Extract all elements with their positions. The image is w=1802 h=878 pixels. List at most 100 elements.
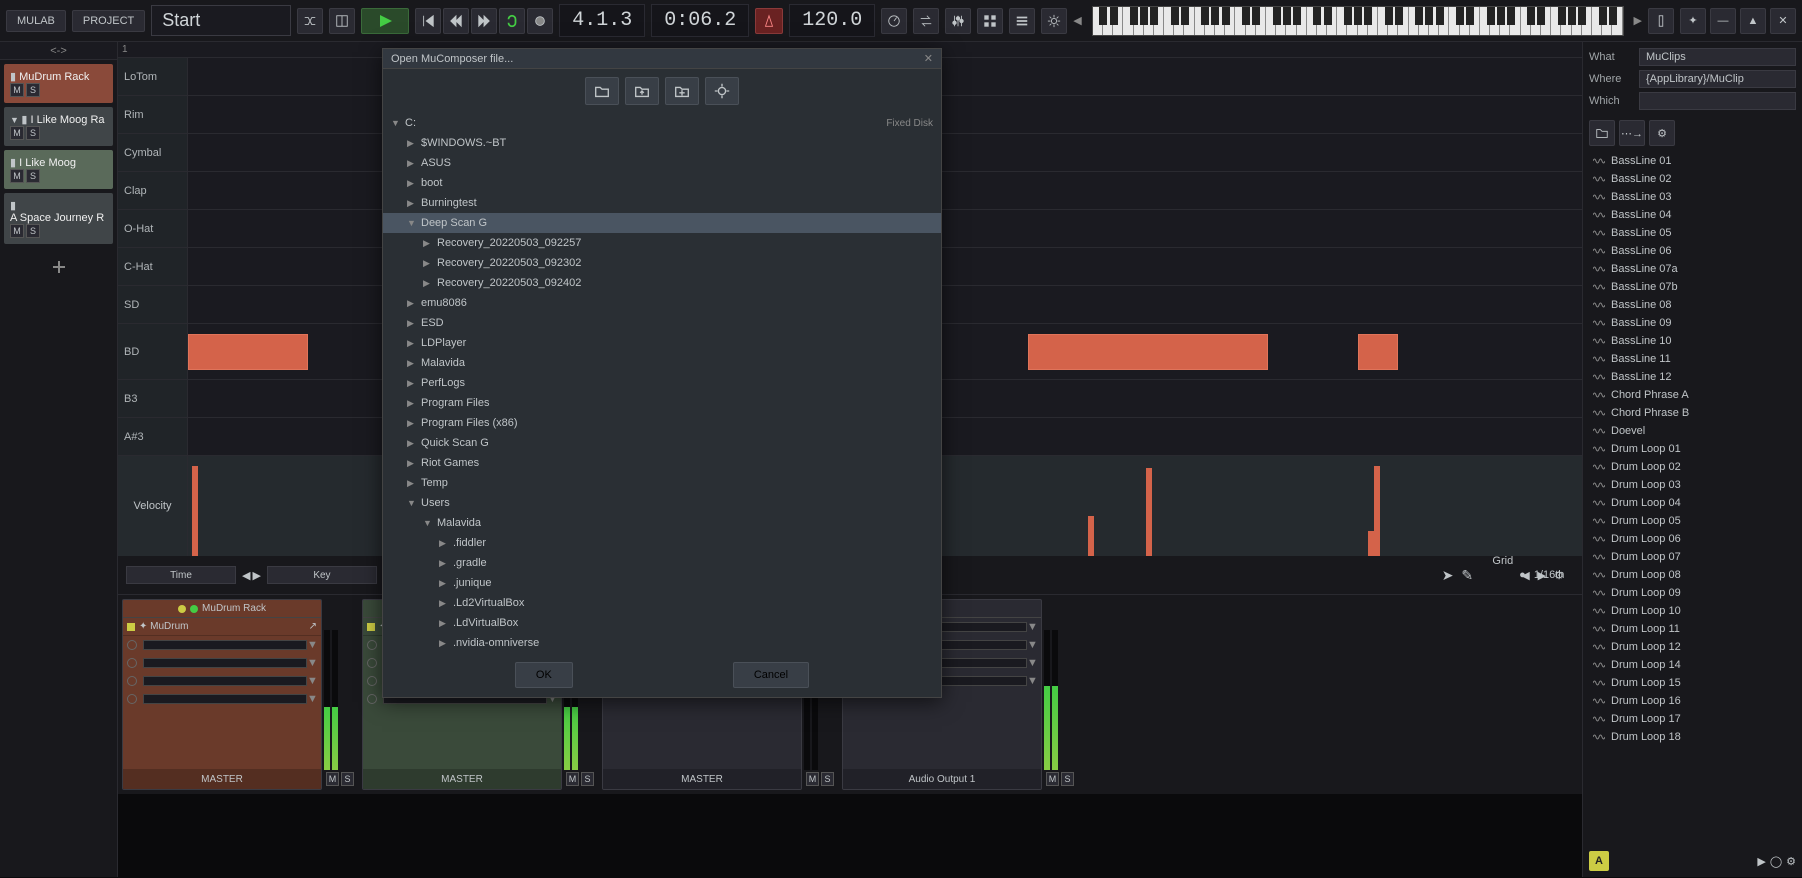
which-input[interactable]: [1639, 92, 1796, 110]
tree-item[interactable]: ▶Quick Scan G: [383, 433, 941, 453]
tree-item[interactable]: ▶ESD: [383, 313, 941, 333]
browser-loop-icon[interactable]: ◯: [1770, 855, 1782, 868]
cancel-button[interactable]: Cancel: [733, 662, 809, 688]
add-track-button[interactable]: [0, 252, 117, 282]
tree-item[interactable]: ▶Recovery_20220503_092402: [383, 273, 941, 293]
minimize-icon[interactable]: —: [1710, 8, 1736, 34]
browser-item[interactable]: BassLine 11: [1589, 350, 1796, 368]
project-menu-button[interactable]: PROJECT: [72, 10, 145, 32]
mixer-icon[interactable]: [945, 8, 971, 34]
browser-item[interactable]: Drum Loop 07: [1589, 548, 1796, 566]
add-icon[interactable]: ✦: [1680, 8, 1706, 34]
tree-item[interactable]: ▶PerfLogs: [383, 373, 941, 393]
list-icon[interactable]: [1009, 8, 1035, 34]
output-label[interactable]: Audio Output 1: [843, 769, 1041, 789]
shuffle-icon[interactable]: [297, 8, 323, 34]
browser-item[interactable]: BassLine 12: [1589, 368, 1796, 386]
tree-item[interactable]: ▶Recovery_20220503_092302: [383, 253, 941, 273]
browser-item[interactable]: BassLine 07b: [1589, 278, 1796, 296]
browser-item[interactable]: BassLine 01: [1589, 152, 1796, 170]
solo-button[interactable]: S: [26, 224, 40, 238]
key-param[interactable]: Key: [267, 566, 377, 584]
audition-button[interactable]: A: [1589, 851, 1609, 871]
tree-item[interactable]: ▶.junique: [383, 573, 941, 593]
grid-icon[interactable]: [977, 8, 1003, 34]
browser-folder-icon[interactable]: [1589, 120, 1615, 146]
solo-button[interactable]: S: [26, 83, 40, 97]
browser-item[interactable]: Drum Loop 12: [1589, 638, 1796, 656]
lane-label[interactable]: Clap: [118, 172, 187, 210]
midi-keyboard[interactable]: [1092, 6, 1624, 36]
tree-item[interactable]: ▶emu8086: [383, 293, 941, 313]
tree-item[interactable]: ▶Temp: [383, 473, 941, 493]
rewind-button[interactable]: [443, 8, 469, 34]
send-slot[interactable]: ▼: [123, 672, 321, 690]
browser-item[interactable]: BassLine 09: [1589, 314, 1796, 332]
tree-item[interactable]: ▶$WINDOWS.~BT: [383, 133, 941, 153]
mute-button[interactable]: M: [326, 772, 339, 786]
tree-item[interactable]: ▼Users: [383, 493, 941, 513]
tempo-display[interactable]: 120.0: [789, 4, 875, 37]
solo-button[interactable]: S: [341, 772, 354, 786]
grid-prev[interactable]: ◀: [1521, 569, 1529, 582]
tree-item[interactable]: ▶LDPlayer: [383, 333, 941, 353]
loop-button[interactable]: [499, 8, 525, 34]
browser-item[interactable]: Drum Loop 17: [1589, 710, 1796, 728]
browser-item[interactable]: BassLine 02: [1589, 170, 1796, 188]
tree-item[interactable]: ▼Malavida: [383, 513, 941, 533]
clip[interactable]: [188, 334, 308, 370]
tree-item[interactable]: ▶.LdVirtualBox: [383, 613, 941, 633]
grid-next[interactable]: ▶: [1538, 569, 1546, 582]
level-meter-icon[interactable]: [1648, 8, 1674, 34]
send-slot[interactable]: ▼: [123, 654, 321, 672]
browser-item[interactable]: Drum Loop 10: [1589, 602, 1796, 620]
dialog-gear-icon[interactable]: [705, 77, 739, 105]
browser-item[interactable]: Drum Loop 06: [1589, 530, 1796, 548]
track-item[interactable]: ▮ A Space Journey RMS: [4, 193, 113, 244]
mulab-menu-button[interactable]: MULAB: [6, 10, 66, 32]
mute-button[interactable]: M: [566, 772, 579, 786]
tree-item[interactable]: ▶Program Files: [383, 393, 941, 413]
time-prev[interactable]: ◀: [242, 569, 250, 582]
browser-item[interactable]: Drum Loop 01: [1589, 440, 1796, 458]
lane-label[interactable]: Rim: [118, 96, 187, 134]
browser-item[interactable]: Drum Loop 16: [1589, 692, 1796, 710]
track-item[interactable]: ▮ I Like MoogMS: [4, 150, 113, 189]
browser-item[interactable]: Chord Phrase A: [1589, 386, 1796, 404]
tempo-dial-icon[interactable]: [881, 8, 907, 34]
tree-item[interactable]: ▶.fiddler: [383, 533, 941, 553]
lane-label[interactable]: LoTom: [118, 58, 187, 96]
tree-item[interactable]: ▼Deep Scan G: [383, 213, 941, 233]
insert-slot[interactable]: ✦ MuDrum↗: [123, 618, 321, 636]
record-button[interactable]: [527, 8, 553, 34]
dialog-close-icon[interactable]: ✕: [924, 52, 933, 65]
swap-icon[interactable]: [913, 8, 939, 34]
maximize-icon[interactable]: ▲: [1740, 8, 1766, 34]
lane-label[interactable]: C-Hat: [118, 248, 187, 286]
browser-item[interactable]: Drum Loop 04: [1589, 494, 1796, 512]
marker-name-field[interactable]: Start: [151, 5, 291, 36]
browser-item[interactable]: Drum Loop 08: [1589, 566, 1796, 584]
browser-item[interactable]: BassLine 08: [1589, 296, 1796, 314]
browser-item[interactable]: Drum Loop 05: [1589, 512, 1796, 530]
send-slot[interactable]: ▼: [123, 636, 321, 654]
play-button[interactable]: [361, 8, 409, 34]
tree-root[interactable]: ▼ C: Fixed Disk: [383, 113, 941, 133]
lane-label[interactable]: Cymbal: [118, 134, 187, 172]
clip[interactable]: [1028, 334, 1268, 370]
tree-item[interactable]: ▶Recovery_20220503_092257: [383, 233, 941, 253]
browser-item[interactable]: Drum Loop 18: [1589, 728, 1796, 746]
tree-item[interactable]: ▶ASUS: [383, 153, 941, 173]
solo-button[interactable]: S: [26, 169, 40, 183]
output-label[interactable]: MASTER: [123, 769, 321, 789]
solo-button[interactable]: S: [581, 772, 594, 786]
lane-label[interactable]: A#3: [118, 418, 187, 456]
tab-strip[interactable]: <->: [0, 42, 117, 60]
what-input[interactable]: [1639, 48, 1796, 66]
time-next[interactable]: ▶: [252, 569, 260, 582]
lane-label[interactable]: O-Hat: [118, 210, 187, 248]
close-icon[interactable]: ✕: [1770, 8, 1796, 34]
mute-button[interactable]: M: [10, 83, 24, 97]
mute-button[interactable]: M: [10, 224, 24, 238]
browser-item[interactable]: BassLine 04: [1589, 206, 1796, 224]
